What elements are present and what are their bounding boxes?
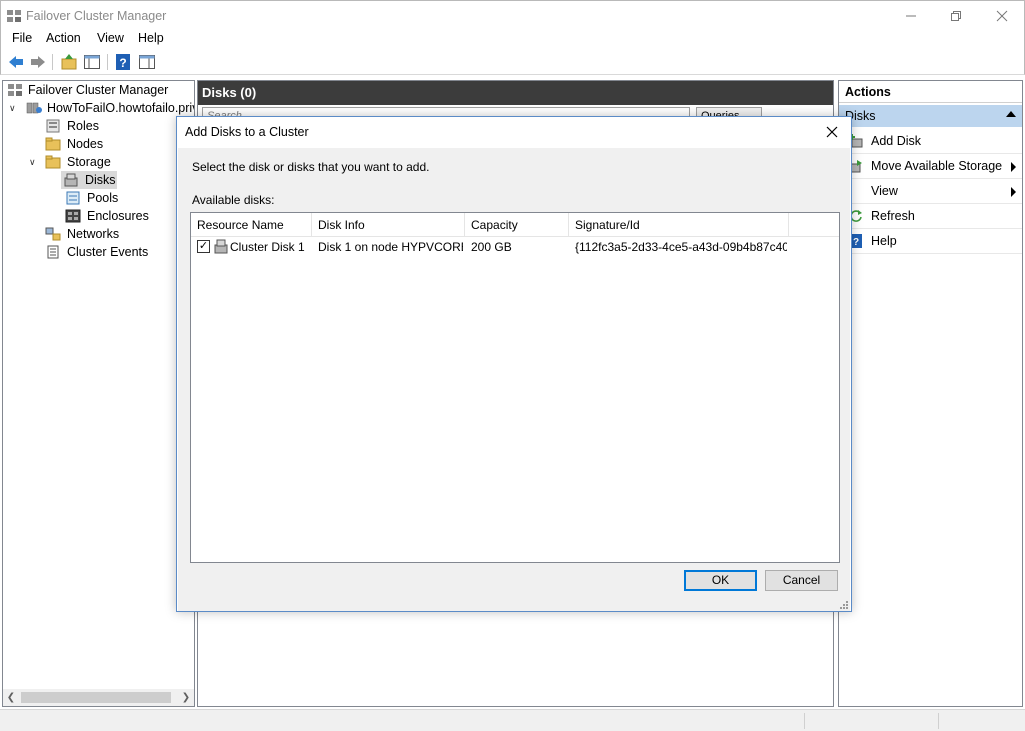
collapse-icon[interactable]: ∨ (9, 103, 19, 113)
disk-icon (214, 239, 228, 254)
action-help[interactable]: ? Help (839, 229, 1022, 254)
cluster-manager-icon (7, 10, 21, 22)
scroll-thumb[interactable] (21, 692, 171, 703)
cluster-icon (26, 102, 42, 114)
restore-button[interactable] (933, 1, 979, 31)
restore-icon (951, 11, 961, 21)
menu-view[interactable]: View (97, 31, 124, 45)
disk-icon (64, 173, 78, 187)
up-folder-icon[interactable] (60, 53, 78, 71)
scroll-left-icon[interactable]: ❮ (3, 689, 19, 706)
status-bar (0, 709, 1025, 731)
menu-bar: File Action View Help (0, 30, 1025, 50)
available-disks-list[interactable]: Resource Name Disk Info Capacity Signatu… (190, 212, 840, 563)
minimize-button[interactable] (888, 1, 934, 31)
tree-label: Networks (67, 227, 120, 241)
resize-grip-icon[interactable] (840, 601, 848, 609)
action-label: View (871, 184, 898, 198)
toolbar-separator (107, 54, 108, 70)
pools-icon (66, 191, 80, 205)
show-hide-tree-icon[interactable] (83, 53, 101, 71)
dialog-instruction: Select the disk or disks that you want t… (192, 160, 430, 174)
action-view[interactable]: View (839, 179, 1022, 204)
add-disks-dialog: Add Disks to a Cluster Select the disk o… (176, 116, 852, 612)
tree-label: Storage (67, 155, 111, 169)
nodes-icon (45, 137, 61, 151)
tree-item-disks[interactable]: Disks (61, 171, 117, 189)
minimize-icon (906, 15, 916, 17)
tree-label: Pools (87, 191, 119, 205)
menu-file[interactable]: File (12, 31, 32, 45)
cell-resource-name: Cluster Disk 1 (230, 240, 305, 254)
help-icon[interactable]: ? (114, 53, 132, 71)
action-label: Add Disk (871, 134, 922, 148)
submenu-arrow-icon (1011, 162, 1016, 172)
horizontal-scrollbar[interactable]: ❮ ❯ (3, 689, 194, 706)
close-icon (826, 126, 838, 138)
roles-icon (46, 119, 60, 133)
networks-icon (45, 227, 61, 241)
action-label: Help (871, 234, 897, 248)
dialog-body: Select the disk or disks that you want t… (178, 148, 850, 611)
tree-label: Enclosures (87, 209, 149, 223)
column-signature[interactable]: Signature/Id (569, 213, 789, 237)
back-arrow-icon[interactable] (7, 53, 25, 71)
column-disk-info[interactable]: Disk Info (312, 213, 465, 237)
disk-checkbox[interactable]: ✓ (197, 240, 210, 253)
menu-action[interactable]: Action (46, 31, 81, 45)
svg-text:?: ? (119, 56, 126, 70)
tree-label: Disks (85, 173, 116, 187)
cluster-manager-icon (8, 84, 22, 96)
tree-label: Nodes (67, 137, 104, 151)
cell-capacity: 200 GB (471, 240, 512, 254)
actions-title: Actions (839, 81, 1022, 103)
ok-button[interactable]: OK (684, 570, 757, 591)
show-hide-action-pane-icon[interactable] (138, 53, 156, 71)
menu-help[interactable]: Help (138, 31, 164, 45)
status-separator (938, 713, 939, 729)
collapse-section-icon[interactable] (1006, 111, 1016, 117)
submenu-arrow-icon (1011, 187, 1016, 197)
events-icon (47, 245, 59, 259)
available-disks-label: Available disks: (192, 193, 275, 207)
dialog-title: Add Disks to a Cluster (185, 125, 309, 139)
tree-label: Roles (67, 119, 99, 133)
collapse-icon[interactable]: ∨ (29, 157, 39, 167)
action-label: Refresh (871, 209, 915, 223)
enclosures-icon (65, 209, 81, 223)
cell-signature: {112fc3a5-2d33-4ce5-a43d-09b4b87c40a... (575, 240, 787, 254)
column-resource-name[interactable]: Resource Name (191, 213, 312, 237)
action-move-available-storage[interactable]: Move Available Storage (839, 154, 1022, 179)
close-icon (996, 10, 1008, 22)
table-row[interactable]: ✓ Cluster Disk 1 Disk 1 on node HYPVCORE… (191, 237, 839, 257)
toolbar: ? (0, 50, 1025, 75)
actions-pane: Actions Disks Add Disk Move Available St… (838, 80, 1023, 707)
tree-label: Failover Cluster Manager (28, 83, 169, 97)
action-add-disk[interactable]: Add Disk (839, 129, 1022, 154)
scroll-right-icon[interactable]: ❯ (178, 689, 194, 706)
list-header: Resource Name Disk Info Capacity Signatu… (191, 213, 839, 237)
actions-section-disks[interactable]: Disks (839, 105, 1022, 127)
column-capacity[interactable]: Capacity (465, 213, 569, 237)
svg-text:?: ? (853, 237, 859, 248)
cancel-button[interactable]: Cancel (765, 570, 838, 591)
forward-arrow-icon[interactable] (29, 53, 47, 71)
navigation-tree: Failover Cluster Manager ∨ HowToFailO.ho… (2, 80, 195, 707)
action-label: Move Available Storage (871, 159, 1003, 173)
action-refresh[interactable]: Refresh (839, 204, 1022, 229)
title-bar: Failover Cluster Manager (0, 0, 1025, 30)
tree-label: HowToFailO.howtofailo.priv (47, 101, 195, 115)
status-separator (804, 713, 805, 729)
pane-title: Disks (0) (198, 81, 833, 105)
close-window-button[interactable] (979, 1, 1025, 31)
storage-folder-icon (45, 155, 61, 169)
tree-label: Cluster Events (67, 245, 149, 259)
window-title: Failover Cluster Manager (26, 9, 167, 23)
cell-disk-info: Disk 1 on node HYPVCORE (318, 240, 463, 254)
toolbar-separator (52, 54, 53, 70)
dialog-close-button[interactable] (821, 121, 843, 143)
